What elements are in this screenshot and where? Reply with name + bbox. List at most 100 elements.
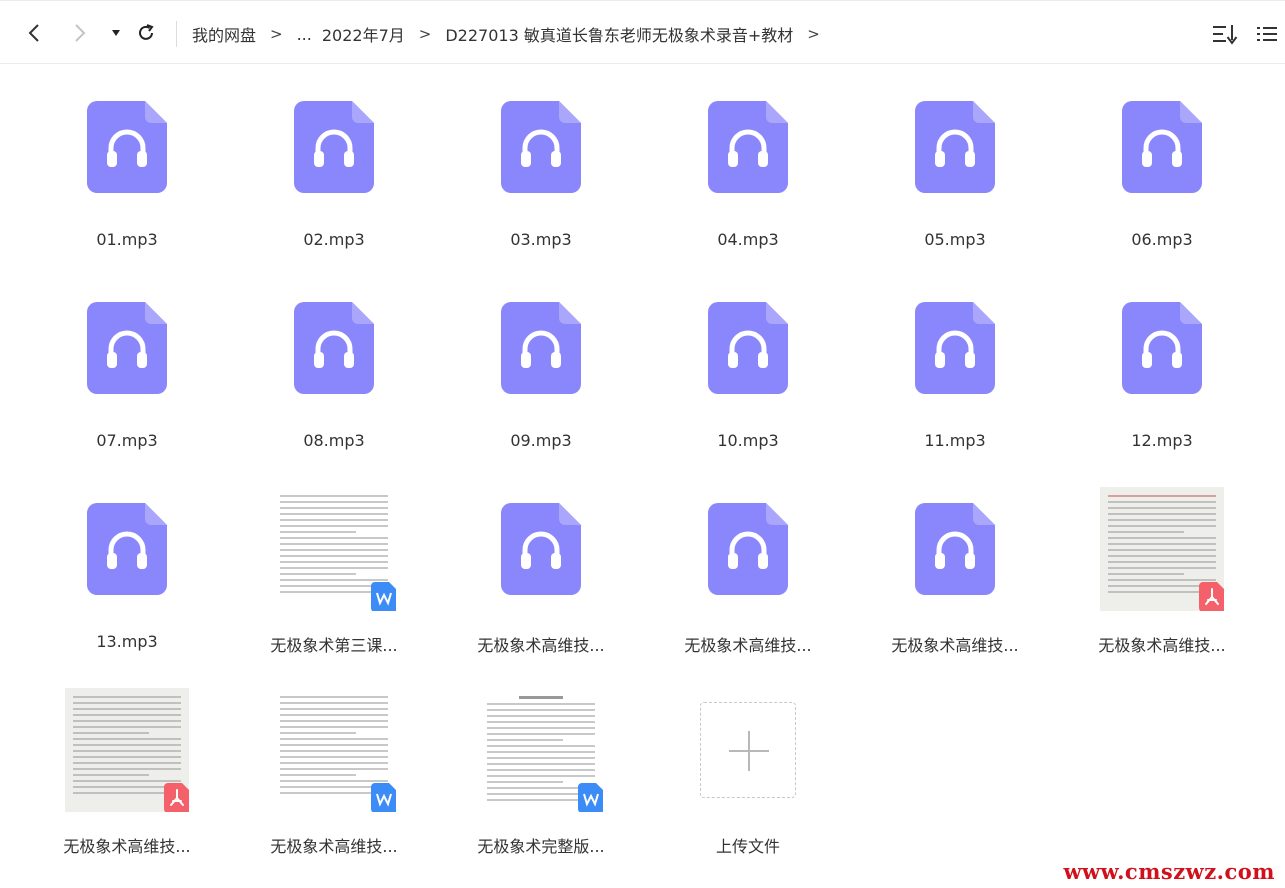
file-item[interactable]: 无极象术高维技... xyxy=(37,681,217,861)
file-item[interactable]: 05.mp3 xyxy=(865,78,1045,258)
audio-file-icon xyxy=(708,101,788,193)
audio-file-icon xyxy=(501,503,581,595)
file-item[interactable]: 11.mp3 xyxy=(865,279,1045,459)
audio-file-icon xyxy=(501,101,581,193)
file-thumbnail xyxy=(244,279,424,417)
forward-button[interactable] xyxy=(68,19,92,47)
file-name: 无极象术高维技... xyxy=(63,837,191,856)
pdf-badge-icon xyxy=(1199,582,1224,611)
file-item[interactable]: 01.mp3 xyxy=(37,78,217,258)
file-item[interactable]: 无极象术完整版... xyxy=(451,681,631,861)
upload-file-button[interactable]: 上传文件 xyxy=(658,681,838,861)
audio-file-icon xyxy=(915,503,995,595)
word-badge-icon xyxy=(371,783,396,812)
sort-icon xyxy=(1213,25,1238,45)
audio-file-icon xyxy=(915,101,995,193)
document-preview xyxy=(272,487,396,611)
file-item[interactable]: 无极象术高维技... xyxy=(1072,480,1252,660)
back-button[interactable] xyxy=(22,19,46,47)
file-item[interactable]: 04.mp3 xyxy=(658,78,838,258)
file-name: 02.mp3 xyxy=(303,230,365,249)
file-thumbnail xyxy=(1072,78,1252,216)
breadcrumb-item-month[interactable]: 2022年7月 xyxy=(322,22,405,46)
file-name: 07.mp3 xyxy=(96,431,158,450)
audio-file-icon xyxy=(294,302,374,394)
document-preview xyxy=(272,688,396,812)
file-item[interactable]: 08.mp3 xyxy=(244,279,424,459)
file-item[interactable]: 03.mp3 xyxy=(451,78,631,258)
audio-file-icon xyxy=(501,302,581,394)
file-item[interactable]: 无极象术高维技... xyxy=(451,480,631,660)
pdf-badge-icon xyxy=(164,783,189,812)
file-thumbnail xyxy=(244,78,424,216)
file-grid: 01.mp3 02.mp3 03.mp3 04.mp3 05.mp3 06.mp3 07.m… xyxy=(0,64,1285,888)
file-item[interactable]: 10.mp3 xyxy=(658,279,838,459)
toolbar-divider xyxy=(176,21,177,47)
file-item[interactable]: 13.mp3 xyxy=(37,480,217,660)
audio-file-icon xyxy=(1122,101,1202,193)
file-thumbnail xyxy=(37,279,217,417)
file-name: 无极象术高维技... xyxy=(891,636,1019,655)
document-preview xyxy=(1100,487,1224,611)
audio-file-icon xyxy=(1122,302,1202,394)
file-thumbnail xyxy=(451,681,631,819)
file-name: 04.mp3 xyxy=(717,230,779,249)
history-dropdown-button[interactable] xyxy=(104,19,128,47)
file-name: 01.mp3 xyxy=(96,230,158,249)
file-name: 无极象术高维技... xyxy=(477,636,605,655)
file-name: 09.mp3 xyxy=(510,431,572,450)
file-thumbnail xyxy=(37,78,217,216)
file-item[interactable]: 无极象术高维技... xyxy=(244,681,424,861)
caret-down-icon xyxy=(112,30,120,36)
file-item[interactable]: 无极象术第三课... xyxy=(244,480,424,660)
file-thumbnail xyxy=(1072,279,1252,417)
refresh-button[interactable] xyxy=(134,19,158,47)
file-item[interactable]: 无极象术高维技... xyxy=(658,480,838,660)
document-preview xyxy=(65,688,189,812)
upload-thumbnail xyxy=(658,681,838,819)
file-thumbnail xyxy=(658,279,838,417)
file-item[interactable]: 07.mp3 xyxy=(37,279,217,459)
file-thumbnail xyxy=(865,78,1045,216)
file-name: 无极象术高维技... xyxy=(270,837,398,856)
file-thumbnail xyxy=(658,480,838,618)
watermark: www.cmszwz.com xyxy=(1063,859,1275,884)
list-view-icon xyxy=(1257,27,1277,41)
file-item[interactable]: 02.mp3 xyxy=(244,78,424,258)
upload-label: 上传文件 xyxy=(715,837,780,856)
file-name: 无极象术完整版... xyxy=(477,837,605,856)
plus-icon xyxy=(700,702,796,798)
breadcrumb-separator: > xyxy=(807,25,820,43)
chevron-left-icon xyxy=(28,24,39,42)
chevron-right-icon xyxy=(75,24,86,42)
document-preview xyxy=(479,688,603,812)
view-mode-button[interactable] xyxy=(1254,21,1280,47)
breadcrumb-item-current[interactable]: D227013 敏真道长鲁东老师无极象术录音+教材 xyxy=(445,22,793,46)
file-name: 11.mp3 xyxy=(924,431,986,450)
file-item[interactable]: 12.mp3 xyxy=(1072,279,1252,459)
file-name: 08.mp3 xyxy=(303,431,365,450)
breadcrumb-item-root[interactable]: 我的网盘 xyxy=(192,22,256,46)
file-thumbnail xyxy=(1072,480,1252,618)
file-item[interactable]: 09.mp3 xyxy=(451,279,631,459)
file-thumbnail xyxy=(451,78,631,216)
file-thumbnail xyxy=(37,681,217,819)
file-thumbnail xyxy=(451,279,631,417)
refresh-icon xyxy=(139,24,154,40)
file-thumbnail xyxy=(865,279,1045,417)
file-name: 无极象术高维技... xyxy=(684,636,812,655)
sort-button[interactable] xyxy=(1212,21,1238,47)
file-item[interactable]: 06.mp3 xyxy=(1072,78,1252,258)
breadcrumb: 我的网盘 > ... > 2022年7月 > D227013 敏真道长鲁东老师无… xyxy=(192,20,834,48)
breadcrumb-separator: > xyxy=(418,25,432,43)
breadcrumb-item-ellipsis[interactable]: ... xyxy=(297,25,312,44)
file-thumbnail xyxy=(244,480,424,618)
file-name: 无极象术高维技... xyxy=(1098,636,1226,655)
file-name: 05.mp3 xyxy=(924,230,986,249)
file-name: 03.mp3 xyxy=(510,230,572,249)
file-name: 13.mp3 xyxy=(96,632,158,651)
audio-file-icon xyxy=(294,101,374,193)
breadcrumb-separator: > xyxy=(270,25,283,43)
file-item[interactable]: 无极象术高维技... xyxy=(865,480,1045,660)
file-name: 06.mp3 xyxy=(1131,230,1193,249)
